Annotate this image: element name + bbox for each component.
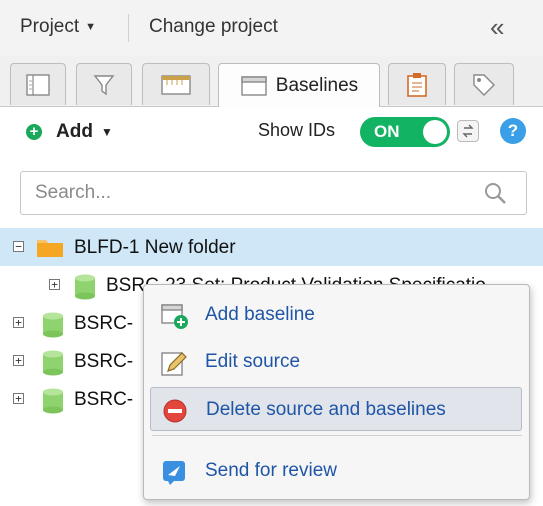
chevron-down-icon: ▼ <box>100 125 113 139</box>
menu-item-label: Delete source and baselines <box>206 399 446 420</box>
plus-circle-icon: + <box>26 124 42 140</box>
tree-node-label: BSRC- <box>74 313 134 334</box>
show-ids-toggle[interactable]: ON <box>360 117 450 147</box>
menu-item-edit-source[interactable]: Edit source <box>150 340 522 384</box>
toolbar: + Add ▼ Show IDs ON ? <box>0 107 543 157</box>
search-input[interactable] <box>20 171 527 215</box>
document-list-icon <box>26 73 50 96</box>
top-bar: Project ▼ Change project « <box>0 0 543 56</box>
tab-clipboard[interactable] <box>388 63 446 105</box>
ruler-grid-icon <box>161 74 191 95</box>
collapse-panel-icon[interactable]: « <box>490 12 505 43</box>
change-project-link[interactable]: Change project <box>149 16 278 38</box>
tree-node-label: BLFD-1 New folder <box>74 237 236 258</box>
tab-baselines-label: Baselines <box>275 74 359 96</box>
tab-tag[interactable] <box>454 63 514 105</box>
search-icon[interactable] <box>482 180 508 206</box>
tab-ruler[interactable] <box>142 63 210 105</box>
tab-document-list[interactable] <box>10 63 66 105</box>
filter-icon <box>93 74 115 95</box>
menu-item-label: Add baseline <box>205 304 315 325</box>
tag-icon <box>473 73 495 96</box>
window-icon <box>241 75 267 96</box>
tree-node-label: BSRC- <box>74 389 134 410</box>
expand-toggle-icon[interactable]: + <box>13 317 24 328</box>
tree-node-label: BSRC- <box>74 351 134 372</box>
project-menu[interactable]: Project ▼ <box>20 16 96 38</box>
clipboard-icon <box>407 72 427 97</box>
menu-item-label: Send for review <box>205 460 338 481</box>
tab-strip: Baselines <box>0 56 543 107</box>
chevron-down-icon: ▼ <box>85 20 97 33</box>
help-icon[interactable]: ? <box>500 118 526 144</box>
swap-button[interactable] <box>457 120 479 142</box>
tab-baselines[interactable]: Baselines <box>218 63 380 107</box>
add-button-label: Add <box>56 121 93 142</box>
folder-icon <box>37 240 63 257</box>
collapse-toggle-icon[interactable]: − <box>13 241 24 252</box>
toggle-state-label: ON <box>374 122 400 141</box>
swap-arrows-icon <box>462 124 474 138</box>
add-button[interactable]: + Add ▼ <box>26 119 113 145</box>
database-icon <box>75 274 95 300</box>
menu-item-delete-source[interactable]: Delete source and baselines <box>150 387 522 431</box>
expand-toggle-icon[interactable]: + <box>13 393 24 404</box>
project-label: Project <box>20 16 80 37</box>
tab-filter[interactable] <box>76 63 132 105</box>
context-menu: Add baseline Edit source Delete source a… <box>143 284 530 500</box>
database-icon <box>43 350 63 376</box>
menu-item-label: Edit source <box>205 351 301 372</box>
database-icon <box>43 312 63 338</box>
delete-circle-icon <box>163 399 187 423</box>
expand-toggle-icon[interactable]: + <box>49 279 60 290</box>
menu-item-send-review[interactable]: Send for review <box>150 449 522 493</box>
send-review-icon <box>163 461 185 485</box>
pencil-edit-icon <box>161 352 187 376</box>
menu-divider <box>152 435 522 436</box>
tree-row-folder[interactable]: − BLFD-1 New folder <box>0 228 543 266</box>
toggle-knob <box>423 120 447 144</box>
add-baseline-icon <box>161 304 188 329</box>
database-icon <box>43 388 63 414</box>
divider <box>128 14 129 42</box>
show-ids-label: Show IDs <box>258 120 336 140</box>
menu-item-add-baseline[interactable]: Add baseline <box>150 293 522 337</box>
expand-toggle-icon[interactable]: + <box>13 355 24 366</box>
